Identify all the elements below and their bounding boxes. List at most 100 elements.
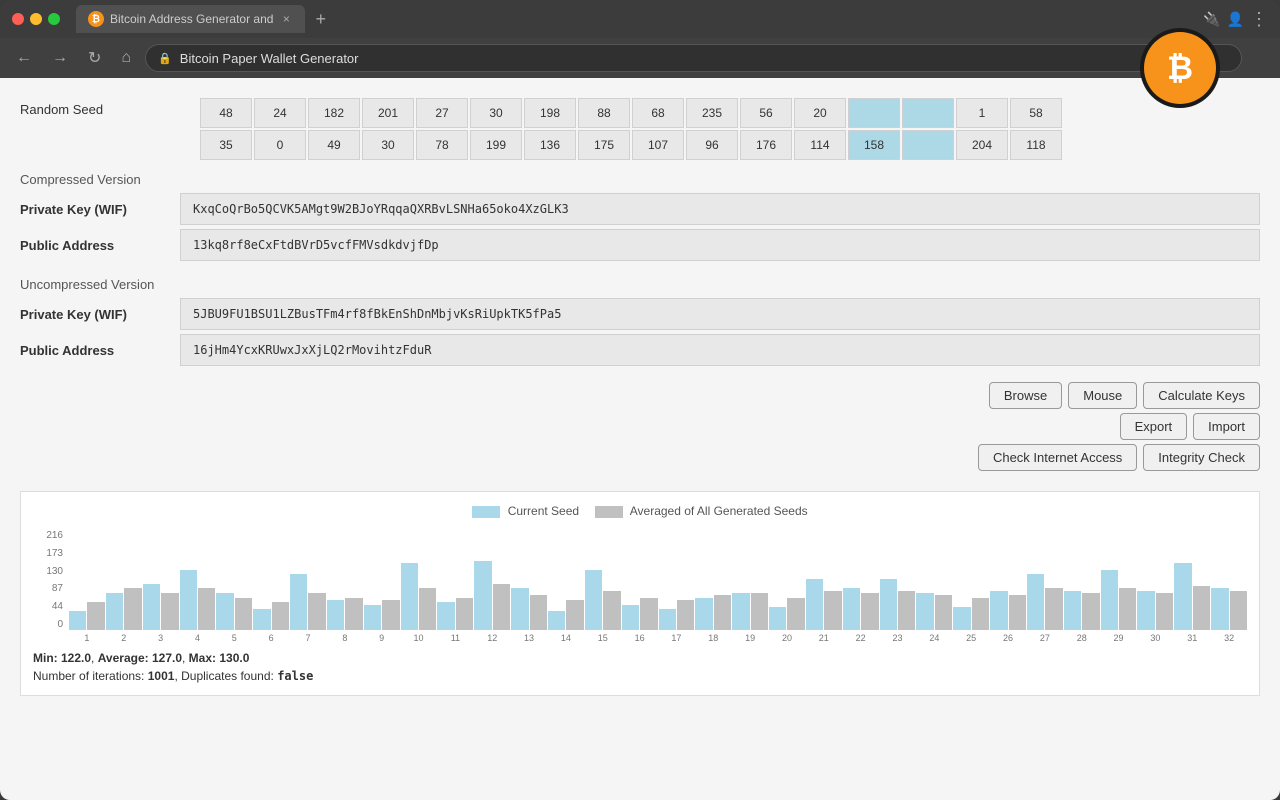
x-axis-label: 13	[511, 633, 547, 643]
bar-blue	[659, 609, 676, 630]
bar-blue	[1101, 570, 1118, 630]
bar-blue	[1174, 563, 1191, 630]
x-axis-label: 14	[548, 633, 584, 643]
uncompressed-public-address-row: Public Address 16jHm4YcxKRUwxJxXjLQ2rMov…	[20, 334, 1260, 366]
bar-group	[1174, 563, 1210, 630]
bar-blue	[69, 611, 86, 630]
bar-gray	[1156, 593, 1173, 630]
x-axis-label: 30	[1137, 633, 1173, 643]
seed-cell: 48	[200, 98, 252, 128]
y-axis-label: 216	[33, 530, 63, 541]
bar-gray	[161, 593, 178, 630]
bar-gray	[787, 598, 804, 630]
bar-gray	[493, 584, 510, 630]
seed-cell: 24	[254, 98, 306, 128]
minimize-traffic-light[interactable]	[30, 13, 42, 25]
min-value: 122.0	[61, 651, 91, 665]
back-button[interactable]: ←	[10, 45, 38, 71]
compressed-public-address-row: Public Address 13kq8rf8eCxFtdBVrD5vcfFMV…	[20, 229, 1260, 261]
bar-blue	[216, 593, 233, 630]
compressed-private-key-label: Private Key (WIF)	[20, 202, 180, 217]
home-button[interactable]: ⌂	[115, 45, 137, 71]
seed-cell: 30	[470, 98, 522, 128]
bar-gray	[972, 598, 989, 630]
x-axis-label: 7	[290, 633, 326, 643]
bar-group	[916, 593, 952, 630]
calculate-keys-button[interactable]: Calculate Keys	[1143, 382, 1260, 409]
bar-blue	[548, 611, 565, 630]
address-bar[interactable]: 🔒 Bitcoin Paper Wallet Generator	[145, 44, 1242, 72]
iterations-value: 1001	[148, 669, 175, 683]
browse-button[interactable]: Browse	[989, 382, 1062, 409]
export-button[interactable]: Export	[1120, 413, 1188, 440]
x-axis-label: 29	[1101, 633, 1137, 643]
forward-button[interactable]: →	[46, 45, 74, 71]
seed-cell	[848, 98, 900, 128]
close-traffic-light[interactable]	[12, 13, 24, 25]
y-axis-label: 173	[33, 548, 63, 559]
bar-gray	[935, 595, 952, 630]
x-axis-label: 23	[880, 633, 916, 643]
compressed-section: Compressed Version Private Key (WIF) Kxq…	[20, 172, 1260, 261]
bitcoin-avatar-bg: ₿	[1140, 28, 1220, 108]
x-axis-label: 2	[106, 633, 142, 643]
bar-gray	[714, 595, 731, 630]
bar-blue	[585, 570, 602, 630]
bar-group	[1101, 570, 1137, 630]
bar-blue	[180, 570, 197, 630]
seed-cell: 136	[524, 130, 576, 160]
bar-gray	[861, 593, 878, 630]
bar-group	[880, 579, 916, 630]
x-axis-label: 12	[474, 633, 510, 643]
active-tab[interactable]: ₿ Bitcoin Address Generator and ×	[76, 5, 305, 33]
mouse-button[interactable]: Mouse	[1068, 382, 1137, 409]
seed-cell: 199	[470, 130, 522, 160]
uncompressed-public-address-label: Public Address	[20, 343, 180, 358]
bar-blue	[916, 593, 933, 630]
bar-group	[769, 598, 805, 630]
avg-label: Average:	[98, 651, 149, 665]
bar-blue	[990, 591, 1007, 630]
profile-icon[interactable]: 👤	[1227, 11, 1244, 28]
tab-title: Bitcoin Address Generator and	[110, 12, 273, 26]
tab-favicon: ₿	[88, 11, 104, 27]
seed-cell: 49	[308, 130, 360, 160]
seed-grid: 4824182201273019888682355620158 35049307…	[200, 98, 1260, 160]
tab-close-button[interactable]: ×	[279, 12, 293, 26]
bar-gray	[382, 600, 399, 630]
seed-cell: 107	[632, 130, 684, 160]
new-tab-button[interactable]: +	[309, 9, 332, 30]
seed-cell	[902, 98, 954, 128]
address-text: Bitcoin Paper Wallet Generator	[180, 51, 359, 66]
fullscreen-traffic-light[interactable]	[48, 13, 60, 25]
integrity-check-button[interactable]: Integrity Check	[1143, 444, 1260, 471]
bar-group	[327, 598, 363, 630]
uncompressed-private-key-label: Private Key (WIF)	[20, 307, 180, 322]
bar-group	[511, 588, 547, 630]
seed-cell: 78	[416, 130, 468, 160]
x-axis-label: 1	[69, 633, 105, 643]
x-axis-label: 15	[585, 633, 621, 643]
bar-gray	[1119, 588, 1136, 630]
seed-cell: 1	[956, 98, 1008, 128]
compressed-public-address-value: 13kq8rf8eCxFtdBVrD5vcfFMVsdkdvjfDp	[180, 229, 1260, 261]
iterations-label: Number of iterations:	[33, 669, 144, 683]
check-internet-button[interactable]: Check Internet Access	[978, 444, 1137, 471]
y-axis-label: 87	[33, 583, 63, 594]
x-axis-label: 22	[843, 633, 879, 643]
seed-cell: 182	[308, 98, 360, 128]
bar-gray	[345, 598, 362, 630]
seed-cell: 35	[200, 130, 252, 160]
legend-current-swatch: Current Seed	[472, 504, 579, 518]
seed-cell: 58	[1010, 98, 1062, 128]
seed-row-2: 35049307819913617510796176114158204118	[200, 130, 1260, 160]
bar-gray	[751, 593, 768, 630]
menu-dots-icon[interactable]: ⋮	[1250, 9, 1268, 30]
reload-button[interactable]: ↻	[82, 44, 107, 72]
import-button[interactable]: Import	[1193, 413, 1260, 440]
bar-group	[437, 598, 473, 630]
legend-current-label: Current Seed	[508, 504, 579, 518]
bar-group	[143, 584, 179, 630]
bar-group	[695, 595, 731, 630]
uncompressed-private-key-row: Private Key (WIF) 5JBU9FU1BSU1LZBusTFm4r…	[20, 298, 1260, 330]
